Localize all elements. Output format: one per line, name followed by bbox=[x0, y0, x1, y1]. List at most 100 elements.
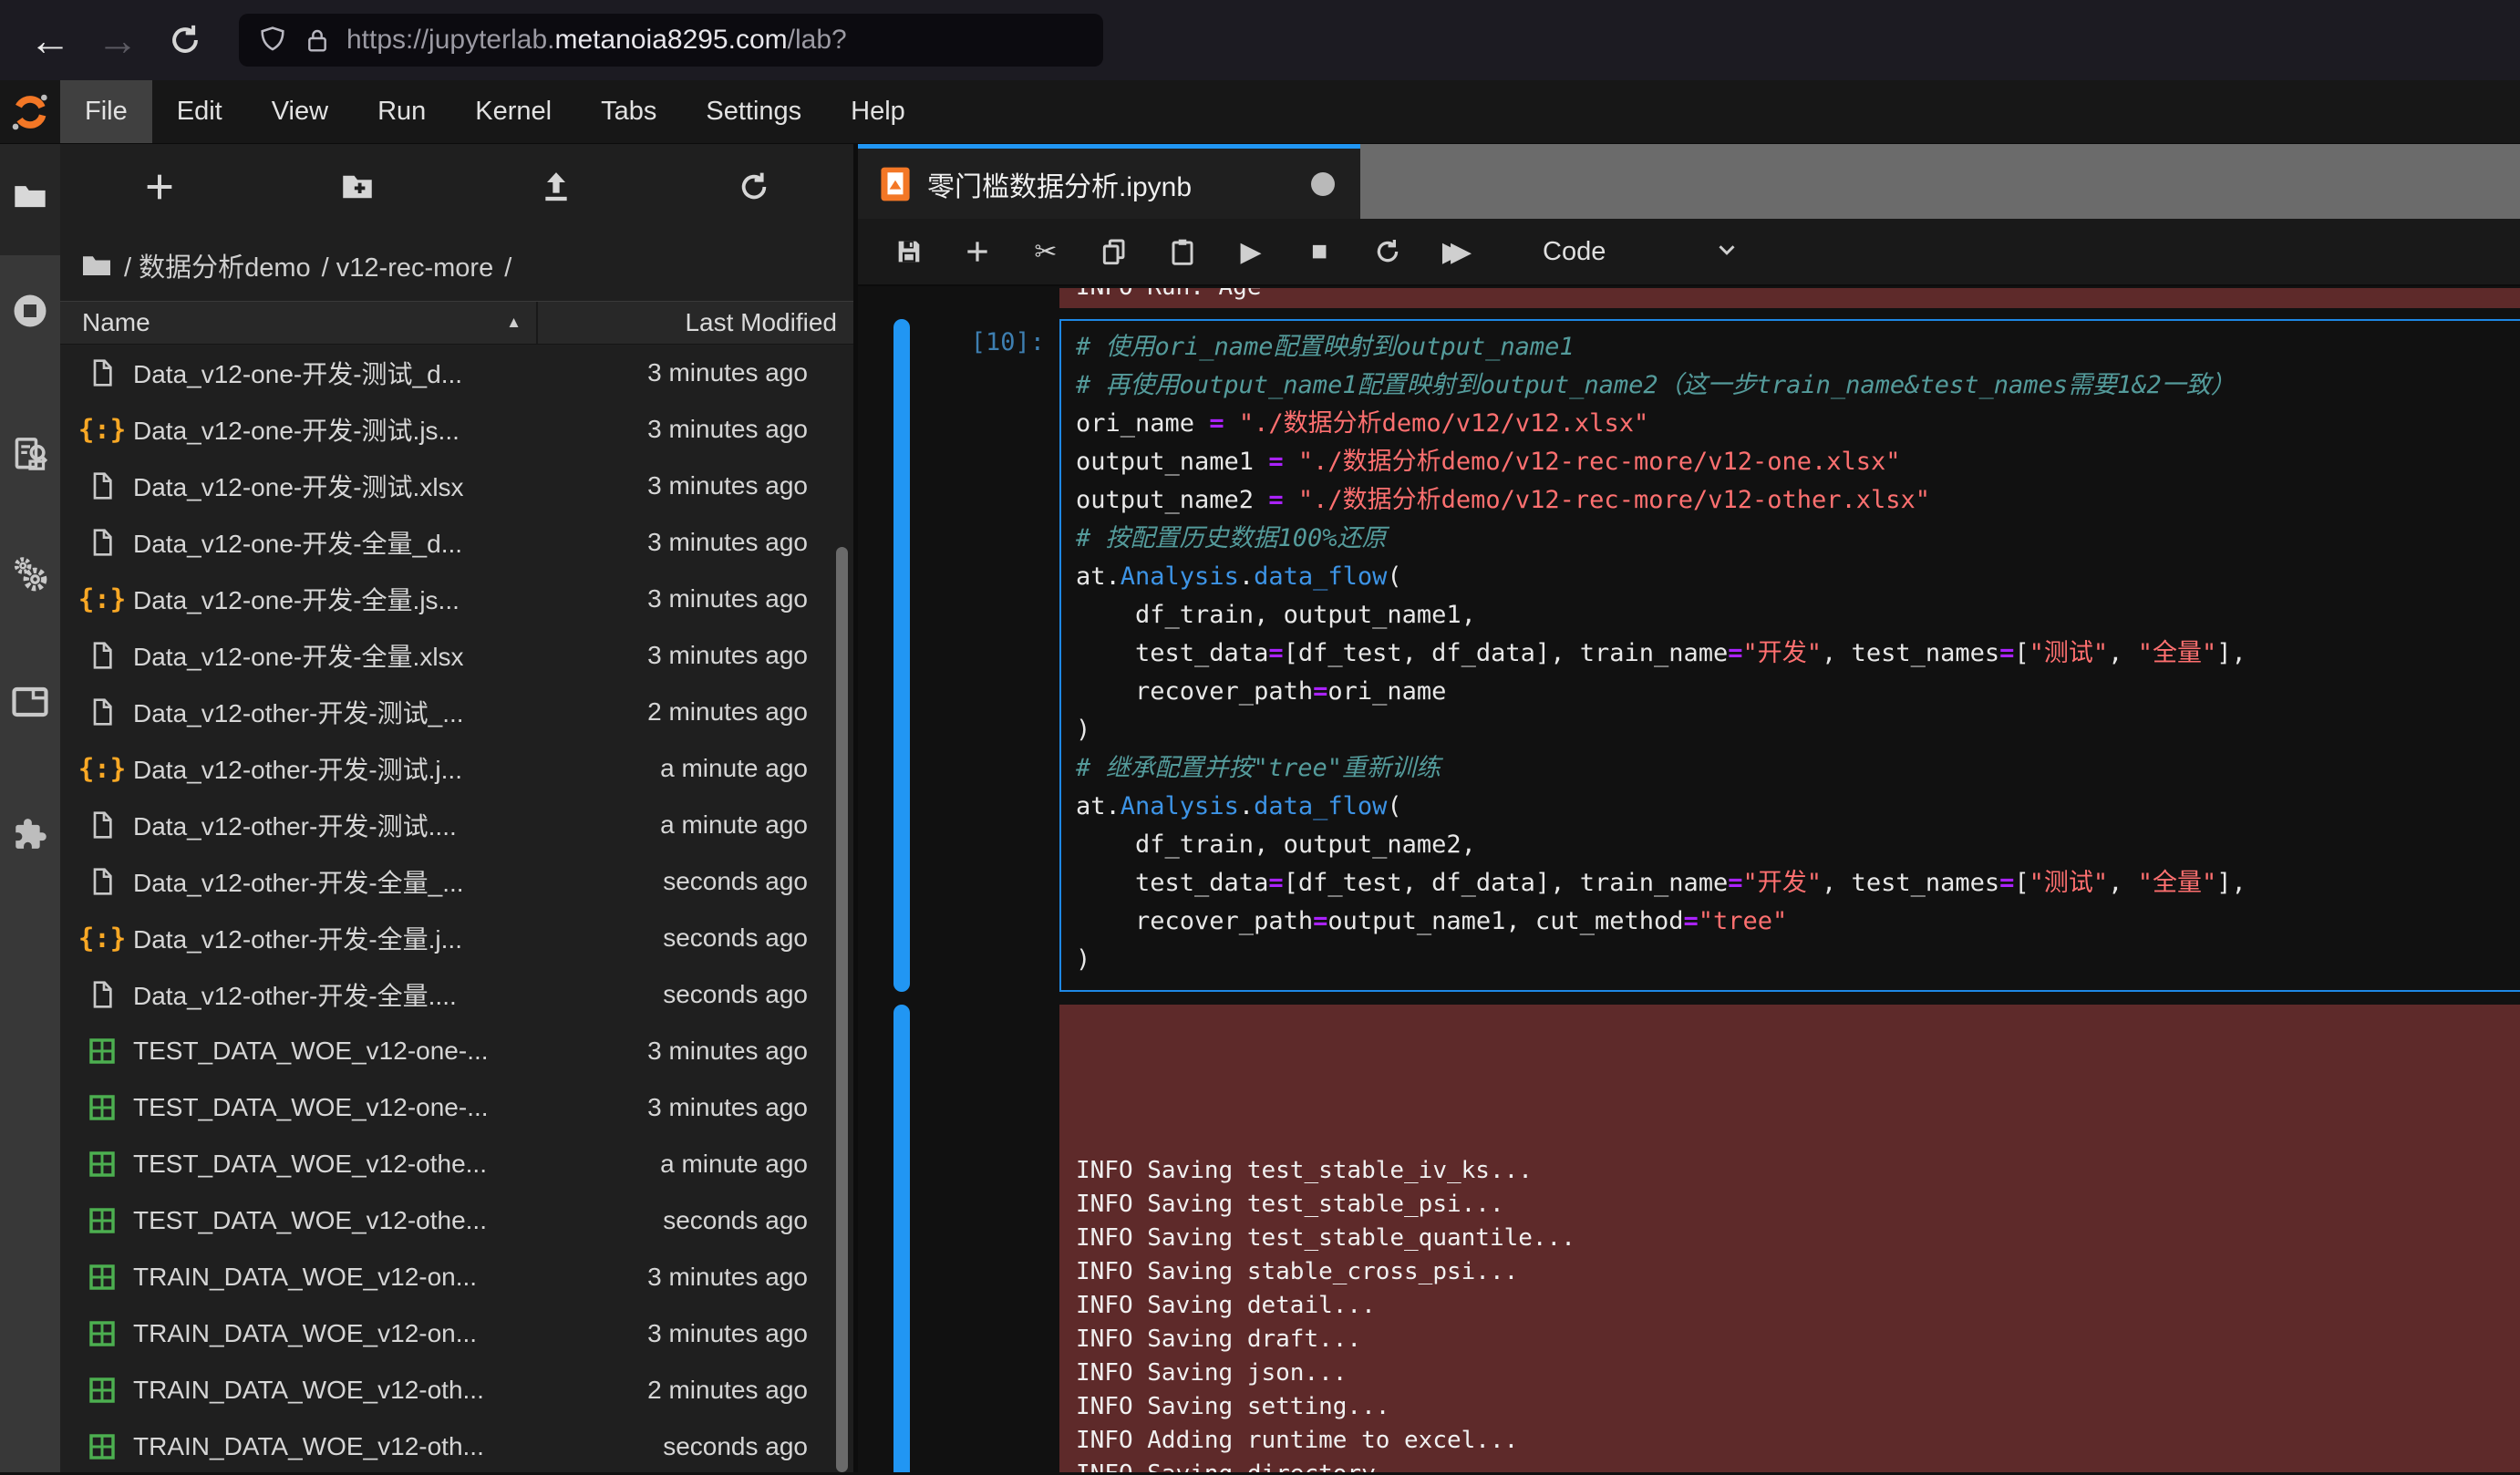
paste-cells-button[interactable] bbox=[1162, 229, 1203, 274]
json-icon-cell: {:} bbox=[84, 753, 120, 784]
file-row[interactable]: TEST_DATA_WOE_v12-othe...seconds ago bbox=[60, 1192, 853, 1249]
file-browser-toolbar bbox=[60, 144, 853, 230]
execution-count-prompt: [10]: bbox=[910, 319, 1059, 992]
code-line: # 按配置历史数据100%还原 bbox=[1076, 520, 2520, 558]
file-icon bbox=[88, 640, 117, 671]
upload-button[interactable] bbox=[457, 144, 656, 230]
address-bar[interactable]: https://jupyterlab.metanoia8295.com/lab? bbox=[239, 14, 1103, 67]
file-row[interactable]: {:}Data_v12-one-开发-测试.js...3 minutes ago bbox=[60, 401, 853, 458]
output-collapser[interactable] bbox=[893, 1005, 910, 1472]
refresh-icon bbox=[736, 169, 772, 205]
file-icon bbox=[88, 866, 117, 897]
output-line: INFO Saving draft... bbox=[1076, 1323, 2520, 1356]
notebook-tab-title: 零门槛数据分析.ipynb bbox=[927, 164, 1192, 204]
file-row[interactable]: TEST_DATA_WOE_v12-one-...3 minutes ago bbox=[60, 1079, 853, 1136]
reload-icon bbox=[166, 21, 204, 59]
sidebar-item-extensions[interactable] bbox=[0, 802, 60, 866]
save-button[interactable] bbox=[889, 229, 929, 274]
file-row[interactable]: Data_v12-one-开发-全量.xlsx3 minutes ago bbox=[60, 627, 853, 684]
menu-file[interactable]: File bbox=[60, 80, 152, 143]
file-row[interactable]: {:}Data_v12-other-开发-全量.j...seconds ago bbox=[60, 910, 853, 966]
lock-icon[interactable] bbox=[303, 25, 332, 56]
json-icon: {:} bbox=[78, 414, 126, 445]
breadcrumb-segment[interactable]: / v12-rec-more bbox=[322, 253, 494, 283]
file-row[interactable]: Data_v12-one-开发-测试.xlsx3 minutes ago bbox=[60, 458, 853, 514]
restart-kernel-button[interactable] bbox=[1368, 229, 1408, 274]
menu-settings[interactable]: Settings bbox=[681, 80, 826, 143]
file-row[interactable]: Data_v12-other-开发-全量_...seconds ago bbox=[60, 853, 853, 910]
code-editor[interactable]: # 使用ori_name配置映射到output_name1# 再使用output… bbox=[1059, 319, 2520, 992]
shield-icon[interactable] bbox=[257, 25, 288, 56]
menu-tabs[interactable]: Tabs bbox=[576, 80, 681, 143]
interrupt-kernel-button[interactable]: ■ bbox=[1299, 229, 1339, 274]
browser-reload-button[interactable] bbox=[159, 14, 212, 67]
file-modified: seconds ago bbox=[663, 923, 853, 953]
file-row[interactable]: TRAIN_DATA_WOE_v12-on...3 minutes ago bbox=[60, 1249, 853, 1305]
sidebar-item-property-inspector[interactable] bbox=[0, 422, 60, 486]
sidebar-item-tools[interactable] bbox=[0, 542, 60, 606]
sheet-icon-cell bbox=[84, 1037, 120, 1066]
column-header-name[interactable]: Name ▲ bbox=[60, 302, 538, 344]
file-row[interactable]: TEST_DATA_WOE_v12-othe...a minute ago bbox=[60, 1136, 853, 1192]
file-modified: 3 minutes ago bbox=[647, 641, 853, 670]
new-launcher-button[interactable] bbox=[60, 144, 259, 230]
browser-forward-button[interactable]: → bbox=[91, 14, 144, 67]
menu-run[interactable]: Run bbox=[353, 80, 450, 143]
file-row[interactable]: Data_v12-other-开发-测试_...2 minutes ago bbox=[60, 684, 853, 740]
file-row[interactable]: Data_v12-one-开发-全量_d...3 minutes ago bbox=[60, 514, 853, 571]
sidebar-item-running-sessions[interactable] bbox=[0, 279, 60, 343]
file-modified: 3 minutes ago bbox=[647, 1263, 853, 1292]
file-name: TRAIN_DATA_WOE_v12-oth... bbox=[133, 1432, 663, 1461]
output-line: INFO Saving directory... bbox=[1076, 1458, 2520, 1472]
menu-help[interactable]: Help bbox=[826, 80, 930, 143]
json-icon: {:} bbox=[78, 753, 126, 784]
file-row[interactable]: Data_v12-other-开发-全量....seconds ago bbox=[60, 966, 853, 1023]
file-list-scrollbar-thumb[interactable] bbox=[836, 547, 848, 1472]
file-name: TEST_DATA_WOE_v12-one-... bbox=[133, 1037, 647, 1066]
menu-view[interactable]: View bbox=[247, 80, 353, 143]
cell-type-select[interactable]: Code bbox=[1543, 237, 1606, 267]
file-row[interactable]: TRAIN_DATA_WOE_v12-oth...2 minutes ago bbox=[60, 1362, 853, 1418]
cut-cells-button[interactable]: ✂ bbox=[1026, 229, 1066, 274]
file-modified: 3 minutes ago bbox=[647, 358, 853, 387]
file-icon-cell bbox=[84, 979, 120, 1010]
new-folder-button[interactable] bbox=[259, 144, 458, 230]
column-header-modified[interactable]: Last Modified bbox=[538, 308, 853, 337]
unsaved-changes-dot[interactable] bbox=[1311, 172, 1335, 196]
breadcrumb-segment[interactable]: / 数据分析demo bbox=[124, 253, 311, 283]
home-folder-icon[interactable] bbox=[80, 249, 113, 282]
file-icon bbox=[88, 810, 117, 841]
spreadsheet-icon bbox=[88, 1150, 117, 1179]
file-row[interactable]: TRAIN_DATA_WOE_v12-on...3 minutes ago bbox=[60, 1305, 853, 1362]
spreadsheet-icon bbox=[88, 1093, 117, 1122]
file-row[interactable]: {:}Data_v12-other-开发-测试.j...a minute ago bbox=[60, 740, 853, 797]
menu-kernel[interactable]: Kernel bbox=[450, 80, 576, 143]
refresh-button[interactable] bbox=[656, 144, 854, 230]
sidebar-item-file-browser[interactable] bbox=[0, 164, 60, 228]
copy-cells-button[interactable] bbox=[1094, 229, 1134, 274]
code-line: ori_name = "./数据分析demo/v12/v12.xlsx" bbox=[1076, 405, 2520, 443]
run-cell-button[interactable]: ▶ bbox=[1231, 229, 1271, 274]
chevron-down-icon[interactable] bbox=[1713, 236, 1740, 268]
insert-cell-button[interactable] bbox=[957, 229, 997, 274]
sidebar-item-window[interactable] bbox=[0, 670, 60, 734]
output-prompt bbox=[910, 1005, 1059, 1472]
file-name: Data_v12-one-开发-全量_d... bbox=[133, 524, 647, 561]
notebook-tab[interactable]: 零门槛数据分析.ipynb bbox=[858, 144, 1360, 219]
cell-collapser[interactable] bbox=[893, 319, 910, 992]
notebook-scroll-region[interactable]: INFO Run: Age [10]: # 使用ori_name配置映射到out… bbox=[858, 288, 2520, 1472]
file-row[interactable]: TRAIN_DATA_WOE_v12-oth...seconds ago bbox=[60, 1418, 853, 1475]
file-row[interactable]: Data_v12-other-开发-测试....a minute ago bbox=[60, 797, 853, 853]
puzzle-icon bbox=[10, 814, 50, 854]
menu-edit[interactable]: Edit bbox=[152, 80, 247, 143]
jupyterlab-menubar: FileEditViewRunKernelTabsSettingsHelp bbox=[0, 80, 2520, 144]
sheet-icon-cell bbox=[84, 1432, 120, 1461]
file-row[interactable]: Data_v12-one-开发-测试_d...3 minutes ago bbox=[60, 345, 853, 401]
browser-back-button[interactable]: ← bbox=[24, 14, 77, 67]
file-row[interactable]: {:}Data_v12-one-开发-全量.js...3 minutes ago bbox=[60, 571, 853, 627]
restart-and-run-all-button[interactable]: ▶▶ bbox=[1436, 229, 1476, 274]
file-name: Data_v12-other-开发-测试_... bbox=[133, 694, 647, 730]
file-row[interactable]: TEST_DATA_WOE_v12-one-...3 minutes ago bbox=[60, 1023, 853, 1079]
clipped-output-above: INFO Run: Age bbox=[1059, 288, 2520, 308]
gears-icon bbox=[10, 554, 50, 594]
